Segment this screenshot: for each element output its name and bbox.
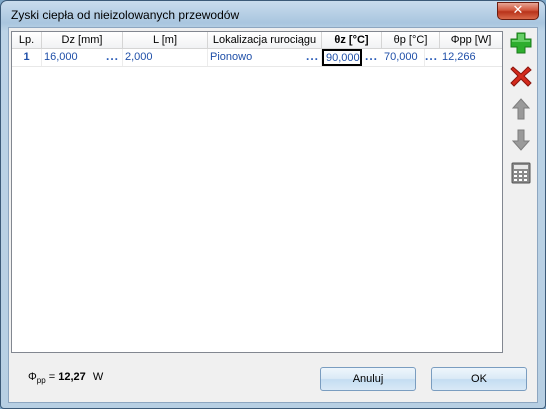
add-row-button[interactable] [509, 31, 533, 55]
phi-symbol: Φ [28, 371, 37, 383]
pipes-table: Lp. Dz [mm] L [m] Lokalizacja rurociągu … [11, 31, 503, 353]
cell-tz[interactable]: 90,000 [322, 49, 362, 66]
delete-row-button[interactable] [509, 64, 533, 88]
arrow-down-icon [511, 129, 531, 151]
delete-icon [510, 66, 532, 87]
column-header-tp[interactable]: θp [°C] [382, 32, 440, 48]
title-bar[interactable]: Zyski ciepła od nieizolowanych przewodów… [1, 1, 545, 27]
add-icon [510, 32, 532, 54]
cancel-button[interactable]: Anuluj [320, 367, 416, 391]
ok-button[interactable]: OK [431, 367, 527, 391]
close-icon: ✕ [512, 3, 524, 18]
dz-ellipsis-button[interactable]: ... [106, 49, 119, 66]
location-ellipsis-button[interactable]: ... [306, 49, 319, 66]
cell-length[interactable]: 2,000 [123, 49, 208, 66]
tp-ellipsis-button[interactable]: ... [425, 49, 438, 66]
total-heat-gain-label: Φpp = 12,27 W [28, 371, 103, 385]
window-title: Zyski ciepła od nieizolowanych przewodów [11, 8, 240, 22]
row-number[interactable]: 1 [12, 49, 42, 66]
move-down-button[interactable] [509, 128, 533, 152]
dialog-window: Zyski ciepła od nieizolowanych przewodów… [0, 0, 546, 409]
cell-phi[interactable]: 12,266 [440, 49, 502, 66]
total-heat-gain-unit: W [92, 371, 104, 383]
column-header-lp[interactable]: Lp. [12, 32, 42, 48]
column-header-location[interactable]: Lokalizacja rurociągu [208, 32, 322, 48]
cell-location[interactable]: Pionowo [208, 49, 322, 66]
calculate-button[interactable] [509, 161, 533, 185]
total-heat-gain-value: 12,27 [58, 371, 86, 383]
dialog-client-area: Lp. Dz [mm] L [m] Lokalizacja rurociągu … [8, 27, 538, 403]
cell-dz-value: 16,000 [44, 51, 78, 63]
column-header-length[interactable]: L [m] [123, 32, 208, 48]
tz-ellipsis-button[interactable]: ... [365, 49, 378, 66]
close-button[interactable]: ✕ [497, 2, 539, 20]
phi-equals: = [45, 371, 59, 383]
column-header-tz[interactable]: θz [°C] [322, 32, 382, 48]
calculator-icon [511, 162, 531, 184]
arrow-up-icon [511, 98, 531, 120]
column-header-phi[interactable]: Φpp [W] [440, 32, 502, 48]
move-up-button[interactable] [509, 97, 533, 121]
cell-tp[interactable]: 70,000 [382, 49, 425, 66]
column-header-dz[interactable]: Dz [mm] [42, 32, 123, 48]
phi-subscript: pp [36, 376, 46, 386]
table-row[interactable]: 1 16,000 ... 2,000 Pionowo ... 90,000 ..… [12, 49, 502, 67]
table-header: Lp. Dz [mm] L [m] Lokalizacja rurociągu … [12, 32, 502, 49]
